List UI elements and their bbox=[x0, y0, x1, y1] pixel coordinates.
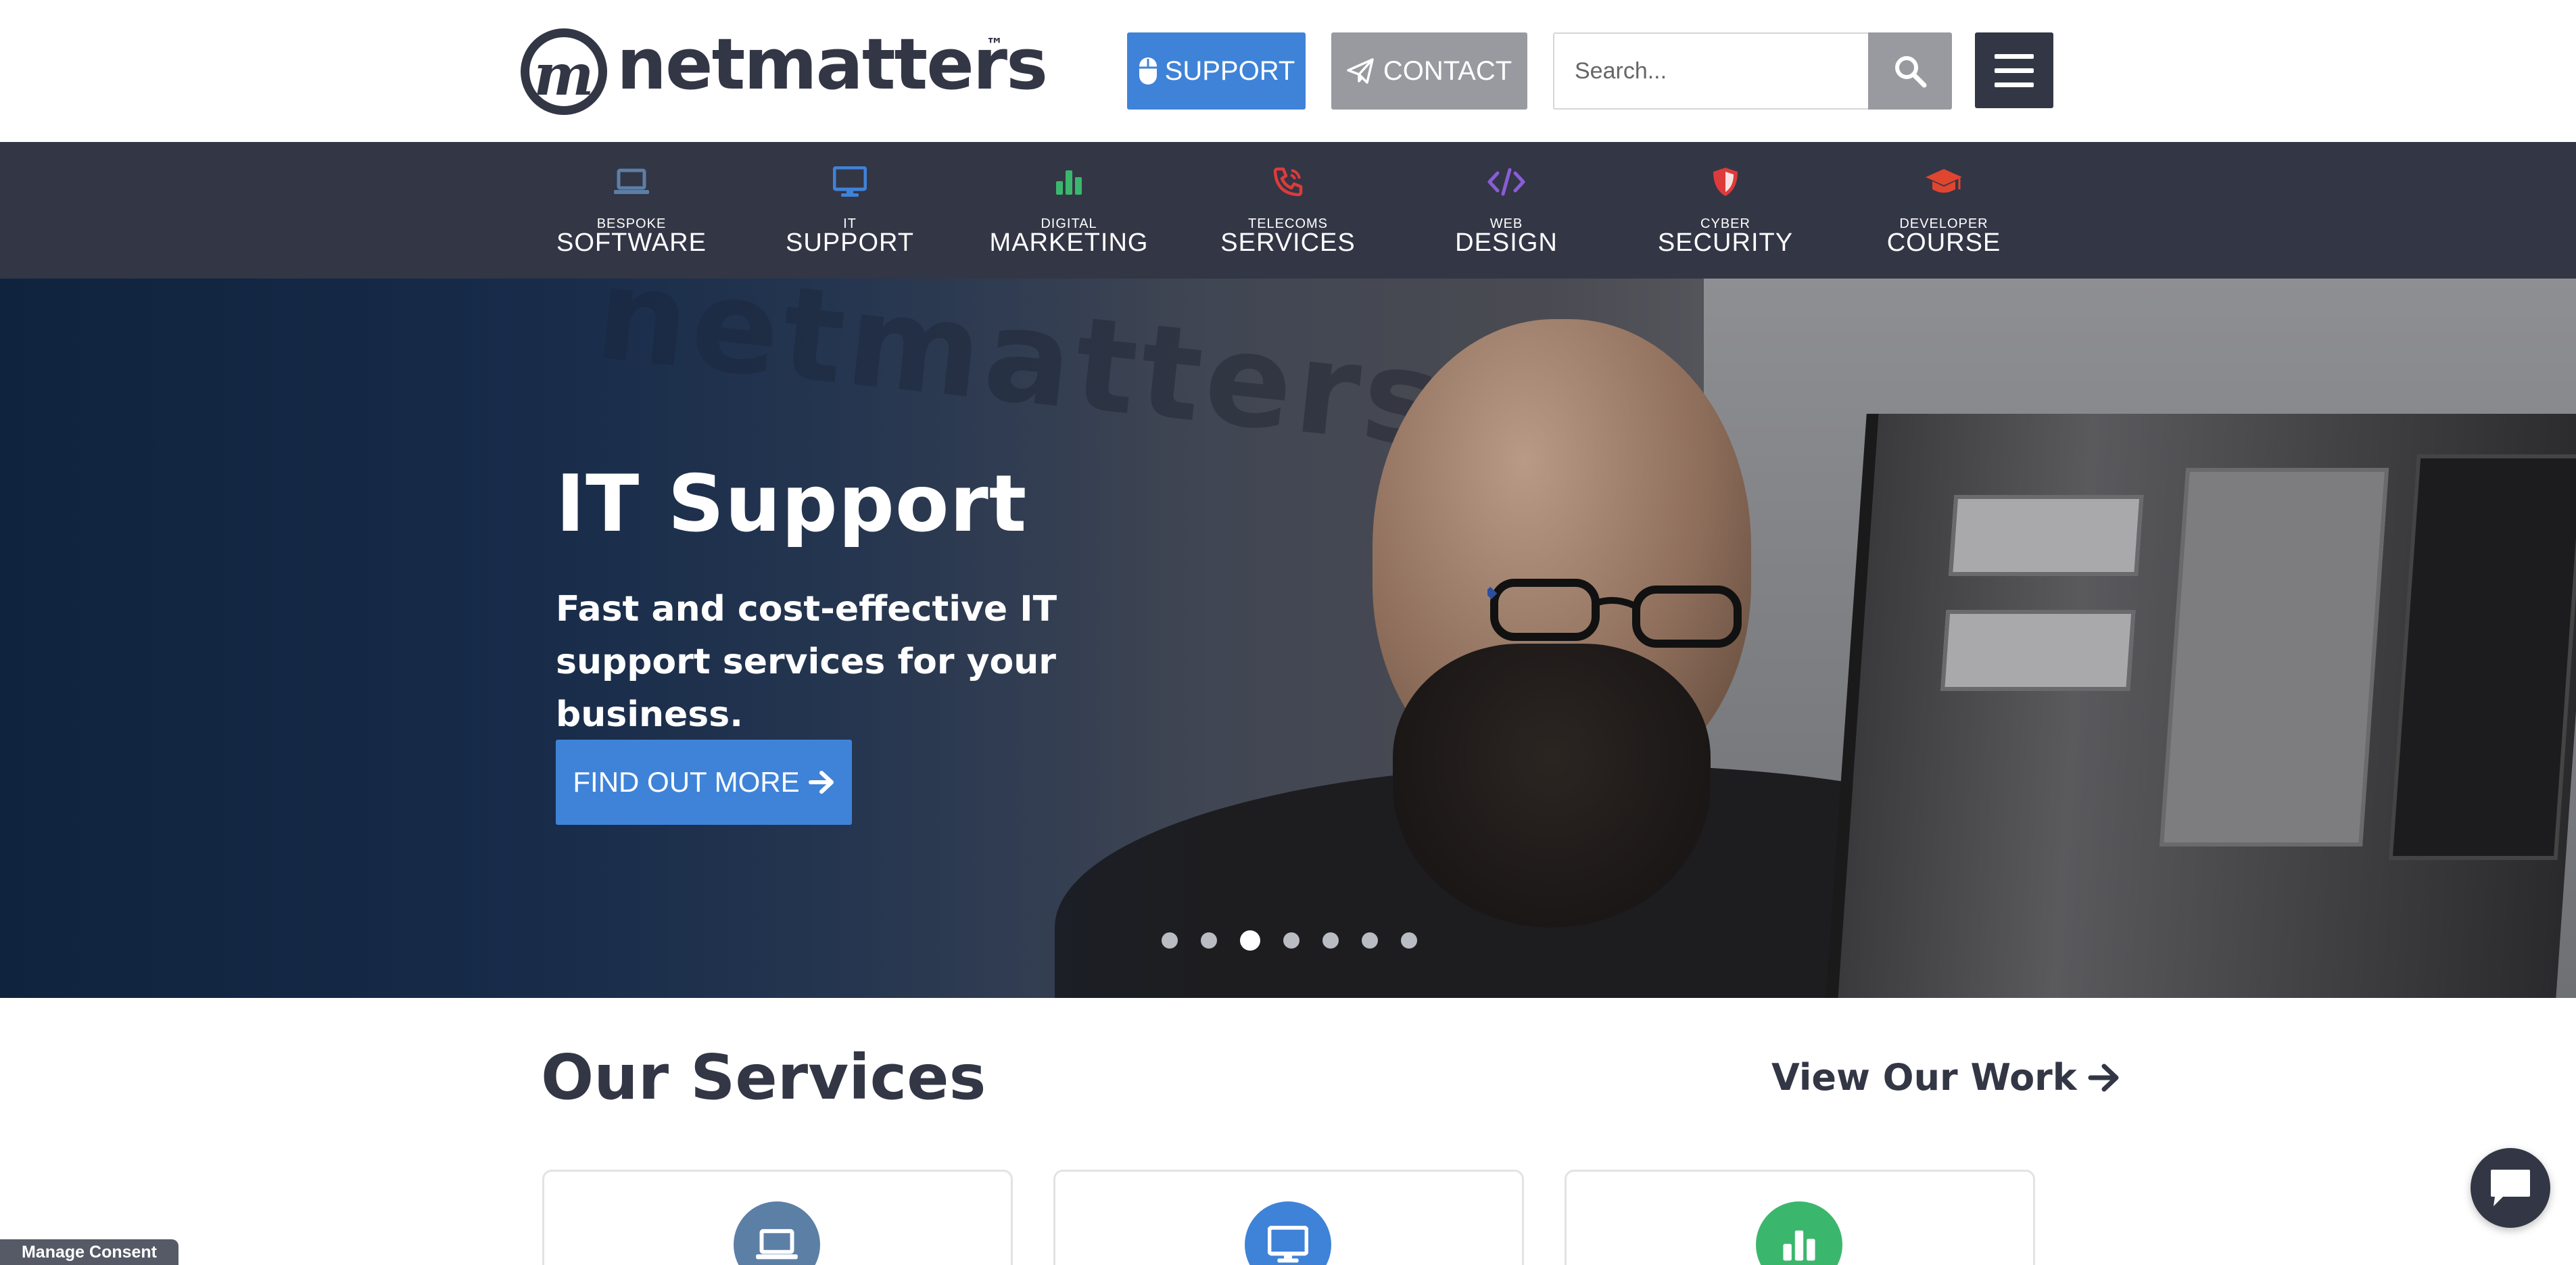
monitor-icon bbox=[1268, 1226, 1308, 1263]
find-out-more-label: FIND OUT MORE bbox=[573, 766, 800, 798]
view-our-work-link[interactable]: View Our Work bbox=[1771, 1056, 2120, 1099]
phone-icon bbox=[1273, 167, 1303, 197]
menu-bar bbox=[1995, 53, 2034, 59]
pc-side-panel bbox=[2160, 468, 2389, 846]
arrow-right-icon bbox=[2088, 1064, 2119, 1091]
services-nav: BESPOKE SOFTWARE IT SUPPORT DIGITAL MARK… bbox=[0, 142, 2576, 279]
contact-button[interactable]: CONTACT bbox=[1331, 32, 1527, 110]
nav-item-big-label: SOFTWARE bbox=[556, 229, 707, 257]
nav-item-bespoke-software[interactable]: BESPOKE SOFTWARE bbox=[544, 142, 719, 279]
nav-item-big-label: SERVICES bbox=[1220, 229, 1356, 257]
nav-item-developer-course[interactable]: DEVELOPER COURSE bbox=[1856, 142, 2032, 279]
chat-bubble-icon bbox=[2491, 1170, 2530, 1206]
hero-photo-glasses bbox=[1487, 579, 1742, 648]
card-icon-circle bbox=[1756, 1201, 1842, 1265]
menu-bar bbox=[1995, 82, 2034, 87]
code-icon bbox=[1487, 168, 1525, 196]
slider-dot[interactable] bbox=[1401, 932, 1417, 949]
hero-title: IT Support bbox=[556, 458, 1028, 550]
mouse-icon bbox=[1139, 57, 1157, 85]
slider-dot[interactable] bbox=[1162, 932, 1178, 949]
nav-item-big-label: COURSE bbox=[1886, 229, 2001, 257]
hero-photo-technician-beard bbox=[1393, 644, 1711, 928]
menu-bar bbox=[1995, 68, 2034, 73]
search-button[interactable] bbox=[1868, 32, 1952, 110]
logo-wordmark: netmatters bbox=[617, 23, 1048, 105]
support-button[interactable]: SUPPORT bbox=[1127, 32, 1306, 110]
hero-subtitle: Fast and cost-effective IT support servi… bbox=[556, 589, 1057, 735]
nav-item-big-label: MARKETING bbox=[989, 229, 1149, 257]
nav-item-web-design[interactable]: WEB DESIGN bbox=[1418, 142, 1594, 279]
site-header: m netmatters ™ SUPPORT CONTACT bbox=[0, 0, 2576, 142]
graduation-cap-icon bbox=[1926, 169, 1962, 193]
card-icon-circle bbox=[1245, 1201, 1331, 1265]
netmatters-logo[interactable]: m netmatters ™ bbox=[521, 23, 1048, 118]
hero-photo-computer-case bbox=[1825, 414, 2576, 998]
shield-icon bbox=[1713, 168, 1738, 196]
service-card-bespoke-software[interactable] bbox=[542, 1170, 1013, 1265]
slider-dot[interactable] bbox=[1201, 932, 1217, 949]
card-icon-circle bbox=[734, 1201, 820, 1265]
find-out-more-button[interactable]: FIND OUT MORE bbox=[556, 740, 852, 825]
chat-widget-button[interactable] bbox=[2471, 1148, 2550, 1228]
laptop-icon bbox=[614, 168, 649, 194]
slider-dot[interactable] bbox=[1322, 932, 1339, 949]
pc-drive-bay bbox=[1948, 495, 2144, 576]
hamburger-menu-button[interactable] bbox=[1975, 32, 2053, 108]
monitor-icon bbox=[833, 166, 867, 197]
search-input[interactable] bbox=[1553, 32, 1868, 110]
service-card-it-support[interactable] bbox=[1053, 1170, 1524, 1265]
nav-item-it-support[interactable]: IT SUPPORT bbox=[762, 142, 938, 279]
search-icon bbox=[1895, 56, 1927, 88]
services-heading: Our Services bbox=[541, 1041, 986, 1114]
support-button-label: SUPPORT bbox=[1164, 55, 1295, 86]
manage-consent-button[interactable]: Manage Consent bbox=[0, 1239, 178, 1265]
slider-dot[interactable] bbox=[1362, 932, 1378, 949]
nav-item-big-label: SUPPORT bbox=[785, 229, 914, 257]
nav-item-telecoms-services[interactable]: TELECOMS SERVICES bbox=[1200, 142, 1376, 279]
nav-item-big-label: SECURITY bbox=[1657, 229, 1794, 257]
bar-chart-icon bbox=[1783, 1230, 1815, 1261]
paper-plane-icon bbox=[1347, 58, 1374, 84]
slider-dot[interactable] bbox=[1283, 932, 1299, 949]
slider-pagination bbox=[1162, 930, 1417, 951]
arrow-right-icon bbox=[808, 771, 834, 794]
logo-mark: m bbox=[521, 28, 607, 115]
logo-trademark: ™ bbox=[986, 35, 1003, 55]
view-our-work-label: View Our Work bbox=[1771, 1056, 2077, 1099]
slider-dot-active[interactable] bbox=[1240, 930, 1260, 951]
pc-drive-bay bbox=[1940, 610, 2136, 691]
hero-slider: netmatters IT Support Fast and cost-effe… bbox=[0, 279, 2576, 998]
nav-item-cyber-security[interactable]: CYBER SECURITY bbox=[1638, 142, 1813, 279]
contact-button-label: CONTACT bbox=[1383, 55, 1512, 86]
laptop-icon bbox=[756, 1228, 798, 1260]
nav-item-digital-marketing[interactable]: DIGITAL MARKETING bbox=[981, 142, 1157, 279]
bar-chart-icon bbox=[1056, 170, 1082, 195]
pc-front-panel bbox=[2388, 454, 2576, 860]
nav-item-big-label: DESIGN bbox=[1455, 229, 1558, 257]
service-card-digital-marketing[interactable] bbox=[1565, 1170, 2035, 1265]
